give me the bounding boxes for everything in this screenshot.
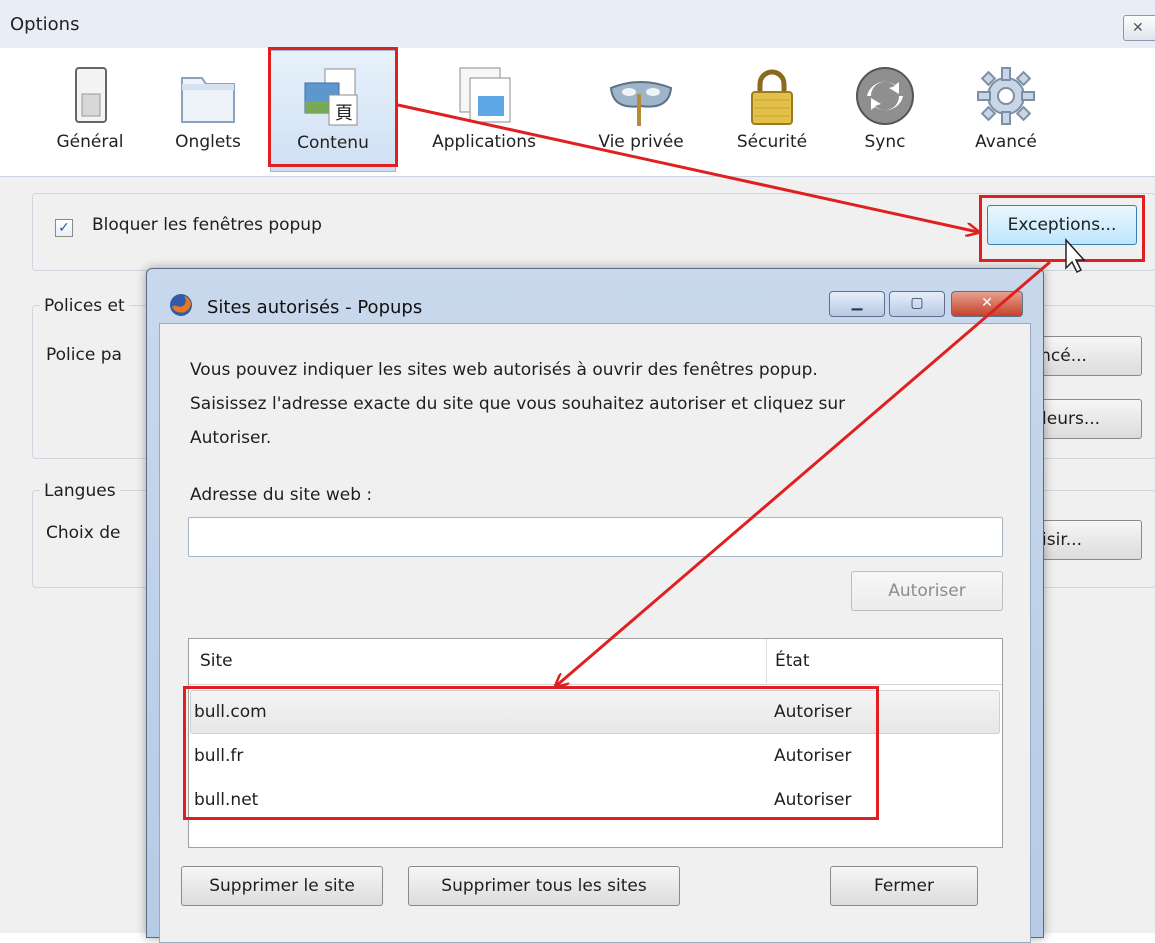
arrow-content-to-exceptions <box>397 103 978 232</box>
annotation-arrows <box>397 103 1086 933</box>
mouse-cursor-icon <box>1065 238 1086 274</box>
arrow-exceptions-to-sites <box>556 260 1051 686</box>
